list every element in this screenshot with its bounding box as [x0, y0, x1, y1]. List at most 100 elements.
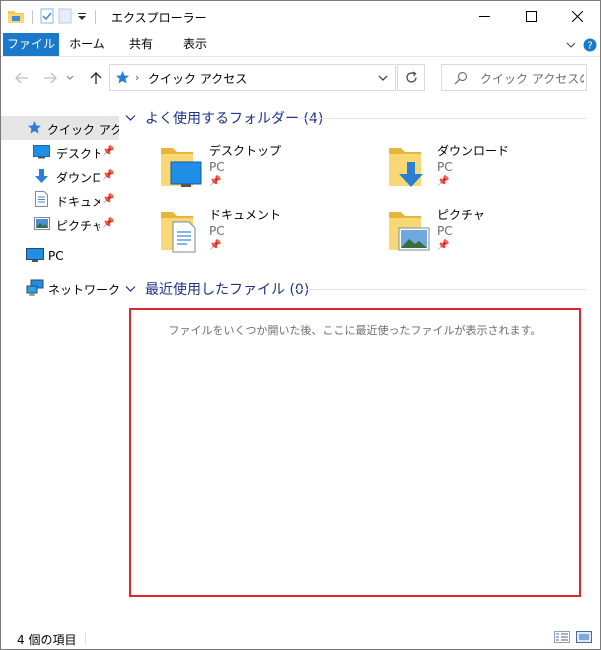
address-dropdown-button[interactable]	[378, 72, 388, 86]
tab-file[interactable]: ファイル	[3, 33, 59, 56]
back-button[interactable]	[11, 67, 33, 89]
minimize-button[interactable]	[461, 1, 507, 32]
desktop-icon	[33, 145, 50, 162]
arrow-up-icon	[90, 72, 102, 84]
content-pane: よく使用するフォルダー (4) デスクトップ PC 📌 ダウンロード PC 📌 …	[119, 98, 600, 626]
folder-location: PC	[437, 224, 453, 238]
properties-icon[interactable]	[40, 8, 54, 27]
tab-view[interactable]: 表示	[171, 33, 219, 56]
nav-label: ネットワーク	[48, 283, 119, 297]
help-button[interactable]: ?	[583, 37, 597, 53]
picture-icon	[34, 217, 50, 233]
recent-files-area: ファイルをいくつか開いた後、ここに最近使ったファイルが表示されます。	[129, 308, 581, 597]
chevron-down-icon	[378, 75, 388, 81]
pin-icon: 📌	[209, 176, 222, 187]
pin-icon: 📌	[437, 240, 450, 251]
large-icons-view-icon	[576, 631, 592, 643]
picture-folder-icon	[385, 206, 433, 256]
star-icon	[27, 120, 42, 138]
maximize-icon	[525, 11, 537, 22]
download-icon	[34, 168, 49, 187]
nav-label: ドキュメント	[56, 195, 100, 209]
refresh-icon	[405, 71, 417, 83]
chevron-down-icon[interactable]	[125, 112, 137, 125]
tab-home[interactable]: ホーム	[63, 33, 111, 56]
up-button[interactable]	[85, 67, 107, 89]
recent-files-title: 最近使用したファイル (0)	[145, 282, 310, 298]
pin-icon[interactable]: 📌	[102, 194, 114, 205]
star-icon	[115, 70, 130, 88]
chevron-down-icon	[66, 75, 74, 80]
folder-location: PC	[437, 160, 453, 174]
explorer-folder-icon	[7, 8, 25, 27]
qat-separator	[32, 10, 33, 24]
chevron-down-icon	[566, 42, 576, 48]
refresh-button[interactable]	[397, 64, 425, 91]
document-icon	[35, 191, 48, 210]
explorer-window: エクスプローラー ファイル ホーム 共有 表示 ? › クイック アクセス クイ…	[0, 0, 601, 650]
arrow-right-icon	[44, 72, 57, 84]
nav-item-documents[interactable]: ドキュメント 📌	[1, 188, 119, 212]
folder-tile-documents[interactable]: ドキュメント PC 📌	[157, 206, 357, 266]
chevron-down-icon[interactable]	[125, 283, 137, 296]
pc-icon	[26, 248, 44, 266]
folder-name: デスクトップ	[209, 144, 282, 158]
pin-icon: 📌	[437, 176, 450, 187]
document-folder-icon	[157, 206, 205, 256]
close-icon	[571, 11, 583, 22]
folder-tile-pictures[interactable]: ピクチャ PC 📌	[385, 206, 585, 266]
recent-locations-button[interactable]	[63, 67, 77, 89]
folder-name: ダウンロード	[437, 144, 510, 158]
large-icons-view-button[interactable]	[575, 629, 593, 645]
ribbon-expand-button[interactable]	[565, 37, 577, 53]
search-input[interactable]: クイック アクセスの検...	[480, 70, 584, 87]
group-divider	[297, 118, 587, 119]
pin-icon: 📌	[209, 240, 222, 251]
nav-label: デスクトップ	[56, 147, 100, 161]
folder-tile-downloads[interactable]: ダウンロード PC 📌	[385, 142, 585, 202]
nav-item-pictures[interactable]: ピクチャ 📌	[1, 212, 119, 236]
minimize-icon	[478, 16, 490, 17]
frequent-folders-header[interactable]: よく使用するフォルダー (4)	[125, 107, 323, 129]
new-folder-icon[interactable]	[58, 8, 72, 27]
navigation-pane: クイック アクセス デスクトップ 📌 ダウンロード 📌 ドキュメント 📌	[1, 98, 119, 626]
status-separator	[85, 632, 86, 644]
qat-customize-icon[interactable]	[76, 8, 88, 27]
group-divider	[295, 289, 587, 290]
pin-icon[interactable]: 📌	[102, 218, 114, 229]
close-button[interactable]	[554, 1, 600, 32]
nav-label: PC	[48, 249, 64, 263]
nav-label: ダウンロード	[56, 171, 100, 185]
folder-name: ピクチャ	[437, 208, 485, 222]
pin-icon[interactable]: 📌	[102, 146, 114, 157]
pin-icon[interactable]: 📌	[102, 170, 114, 181]
details-view-button[interactable]	[553, 629, 571, 645]
tab-share[interactable]: 共有	[117, 33, 165, 56]
ribbon-tabs: ファイル ホーム 共有 表示 ?	[1, 33, 600, 57]
quick-access-toolbar	[7, 8, 99, 26]
search-box[interactable]: クイック アクセスの検...	[441, 64, 587, 91]
nav-item-desktop[interactable]: デスクトップ 📌	[1, 140, 119, 164]
window-title: エクスプローラー	[111, 11, 207, 25]
network-icon	[26, 279, 44, 299]
download-folder-icon	[385, 142, 433, 192]
address-path[interactable]: クイック アクセス	[148, 70, 247, 87]
folder-tile-desktop[interactable]: デスクトップ PC 📌	[157, 142, 357, 202]
details-view-icon	[554, 631, 570, 643]
maximize-button[interactable]	[508, 1, 554, 32]
breadcrumb-separator-icon[interactable]: ›	[135, 71, 139, 84]
nav-item-pc[interactable]: PC	[1, 244, 119, 268]
nav-label: ピクチャ	[56, 219, 100, 233]
help-icon: ?	[583, 38, 597, 52]
recent-files-header[interactable]: 最近使用したファイル (0)	[125, 278, 309, 300]
nav-item-network[interactable]: ネットワーク	[1, 276, 119, 300]
forward-button[interactable]	[39, 67, 61, 89]
item-count: 4 個の項目	[17, 633, 77, 647]
nav-item-quick-access[interactable]: クイック アクセス	[1, 116, 119, 140]
nav-label: クイック アクセス	[47, 123, 119, 137]
folder-location: PC	[209, 160, 225, 174]
address-bar[interactable]: › クイック アクセス	[109, 64, 396, 91]
nav-item-downloads[interactable]: ダウンロード 📌	[1, 164, 119, 188]
status-bar: 4 個の項目	[1, 626, 600, 649]
address-row: › クイック アクセス クイック アクセスの検...	[1, 58, 600, 98]
